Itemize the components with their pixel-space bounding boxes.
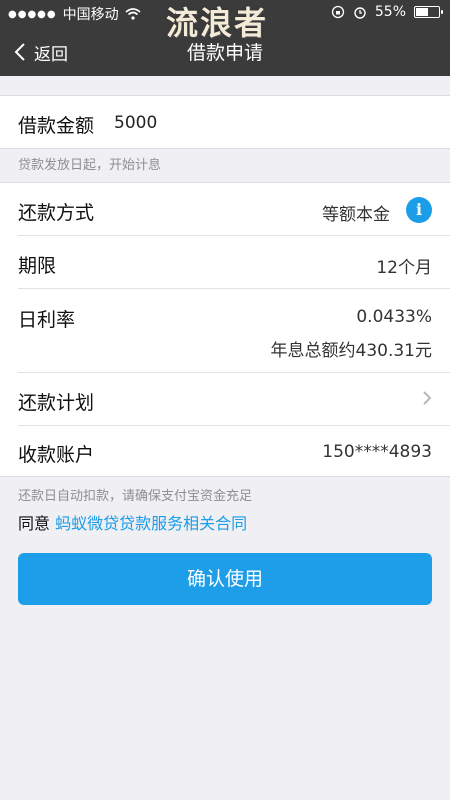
rotation-lock-icon xyxy=(331,5,345,19)
auto-debit-hint: 还款日自动扣款，请确保支付宝资金充足 xyxy=(18,489,253,504)
chevron-right-icon xyxy=(423,391,432,405)
daily-rate-label: 日利率 xyxy=(18,309,76,331)
status-right: 55% xyxy=(331,4,443,20)
loan-amount-value[interactable]: 5000 xyxy=(114,113,157,133)
repay-plan-label: 还款计划 xyxy=(18,392,95,414)
battery-icon xyxy=(414,6,443,18)
term-value: 12个月 xyxy=(376,258,432,278)
daily-rate-value: 0.0433% xyxy=(356,307,432,327)
total-interest-value: 年息总额约430.31元 xyxy=(270,341,432,361)
term-row: 期限 12个月 xyxy=(0,236,450,288)
alarm-clock-icon xyxy=(354,7,366,19)
repay-method-label: 还款方式 xyxy=(18,202,95,224)
repay-method-row[interactable]: 还款方式 等额本金 i xyxy=(0,183,450,236)
page-title: 借款申请 xyxy=(186,42,263,64)
wifi-icon xyxy=(125,8,141,20)
daily-rate-row: 日利率 0.0433% 年息总额约430.31元 xyxy=(0,289,450,373)
loan-amount-card[interactable]: 借款金额 5000 xyxy=(0,95,450,149)
repay-plan-row[interactable]: 还款计划 xyxy=(0,373,450,425)
signal-dots-icon: ●●●●● xyxy=(8,8,57,20)
agree-prefix: 同意 xyxy=(18,514,51,533)
loan-details-card: 还款方式 等额本金 i 期限 12个月 日利率 0.0433% 年息总额约430… xyxy=(0,182,450,477)
info-icon[interactable]: i xyxy=(406,197,432,223)
contract-link[interactable]: 蚂蚁微贷贷款服务相关合同 xyxy=(55,514,247,533)
repay-method-value: 等额本金 xyxy=(322,205,390,225)
battery-fill xyxy=(416,8,428,16)
account-value: 150****4893 xyxy=(322,442,432,462)
top-bar: ●●●●● 中国移动 55% 流浪者 返回 借款申请 xyxy=(0,0,450,76)
carrier-name: 中国移动 xyxy=(62,7,119,23)
agreement-line: 同意 蚂蚁微贷贷款服务相关合同 xyxy=(18,510,247,534)
confirm-button[interactable]: 确认使用 xyxy=(18,553,432,605)
interest-start-hint: 贷款发放日起，开始计息 xyxy=(18,158,162,173)
status-left: ●●●●● 中国移动 xyxy=(8,4,141,24)
term-label: 期限 xyxy=(18,255,57,277)
battery-percent: 55% xyxy=(374,4,406,20)
account-label: 收款账户 xyxy=(18,444,95,466)
loan-amount-label: 借款金额 xyxy=(18,115,95,137)
account-row: 收款账户 150****4893 xyxy=(0,426,450,478)
